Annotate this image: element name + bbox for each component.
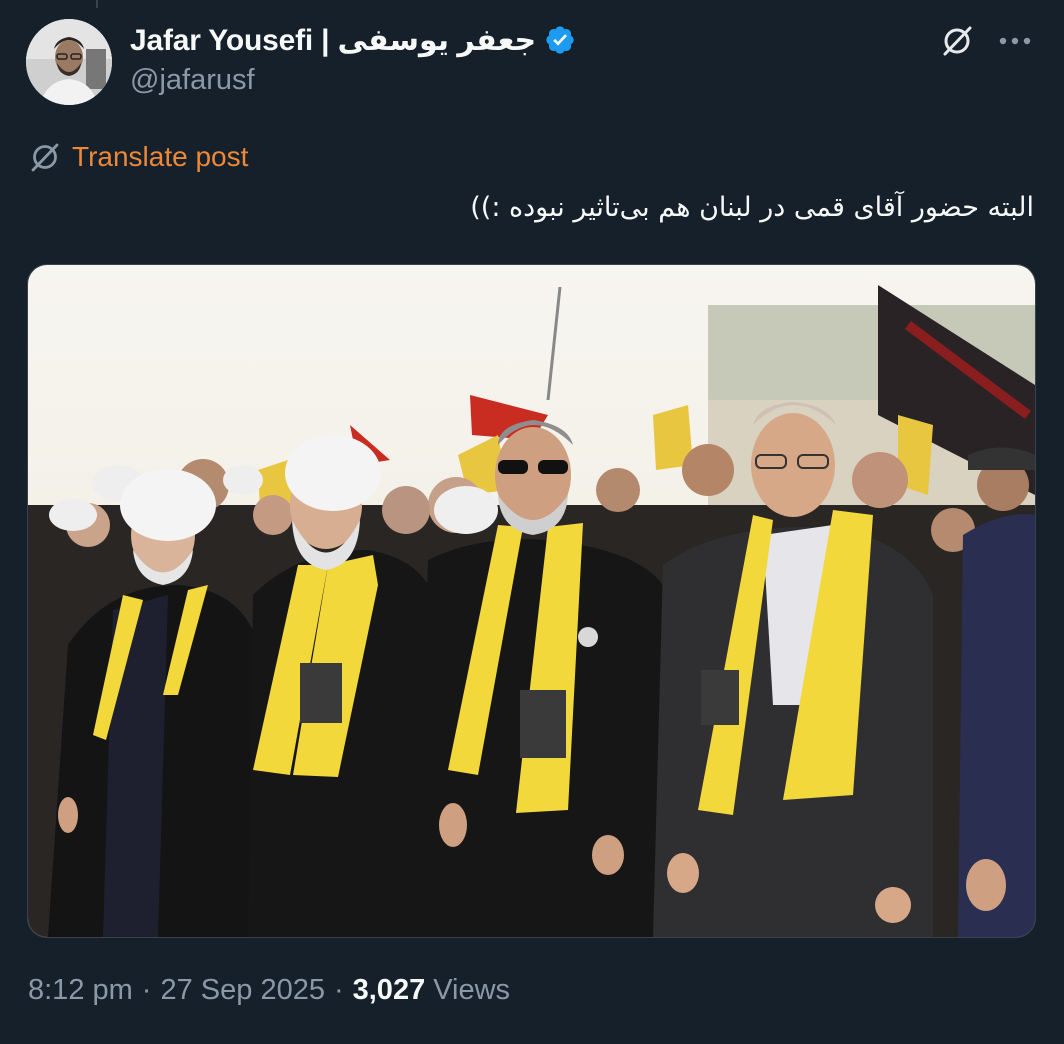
separator-dot: · [141, 974, 152, 1006]
grok-button[interactable] [938, 22, 976, 60]
post-time[interactable]: 8:12 pm [28, 974, 133, 1007]
tweet-metadata: 8:12 pm · 27 Sep 2025 · 3,027 Views [28, 974, 510, 1007]
verified-badge-icon [544, 24, 576, 56]
more-options-button[interactable] [994, 22, 1036, 60]
separator-dot: · [333, 974, 344, 1006]
grok-icon [943, 26, 972, 56]
more-icon [999, 37, 1031, 45]
display-name[interactable]: Jafar Yousefi | جعفر یوسفی [130, 23, 536, 58]
thread-connector-line [96, 0, 98, 8]
views-count: 3,027 [352, 974, 426, 1006]
post-date[interactable]: 27 Sep 2025 [160, 974, 324, 1007]
views-label: Views [433, 974, 511, 1006]
translate-post-label: Translate post [72, 141, 249, 172]
author-handle[interactable]: @jafarusf [130, 64, 255, 97]
tweet-photo[interactable] [27, 264, 1036, 938]
avatar[interactable] [26, 19, 112, 105]
author-name-row[interactable]: Jafar Yousefi | جعفر یوسفی [130, 20, 576, 60]
translate-icon [31, 143, 59, 172]
translate-post-link[interactable]: Translate post [28, 140, 248, 174]
tweet-text: البته حضور آقای قمی در لبنان هم بی‌تاثیر… [470, 192, 1034, 223]
